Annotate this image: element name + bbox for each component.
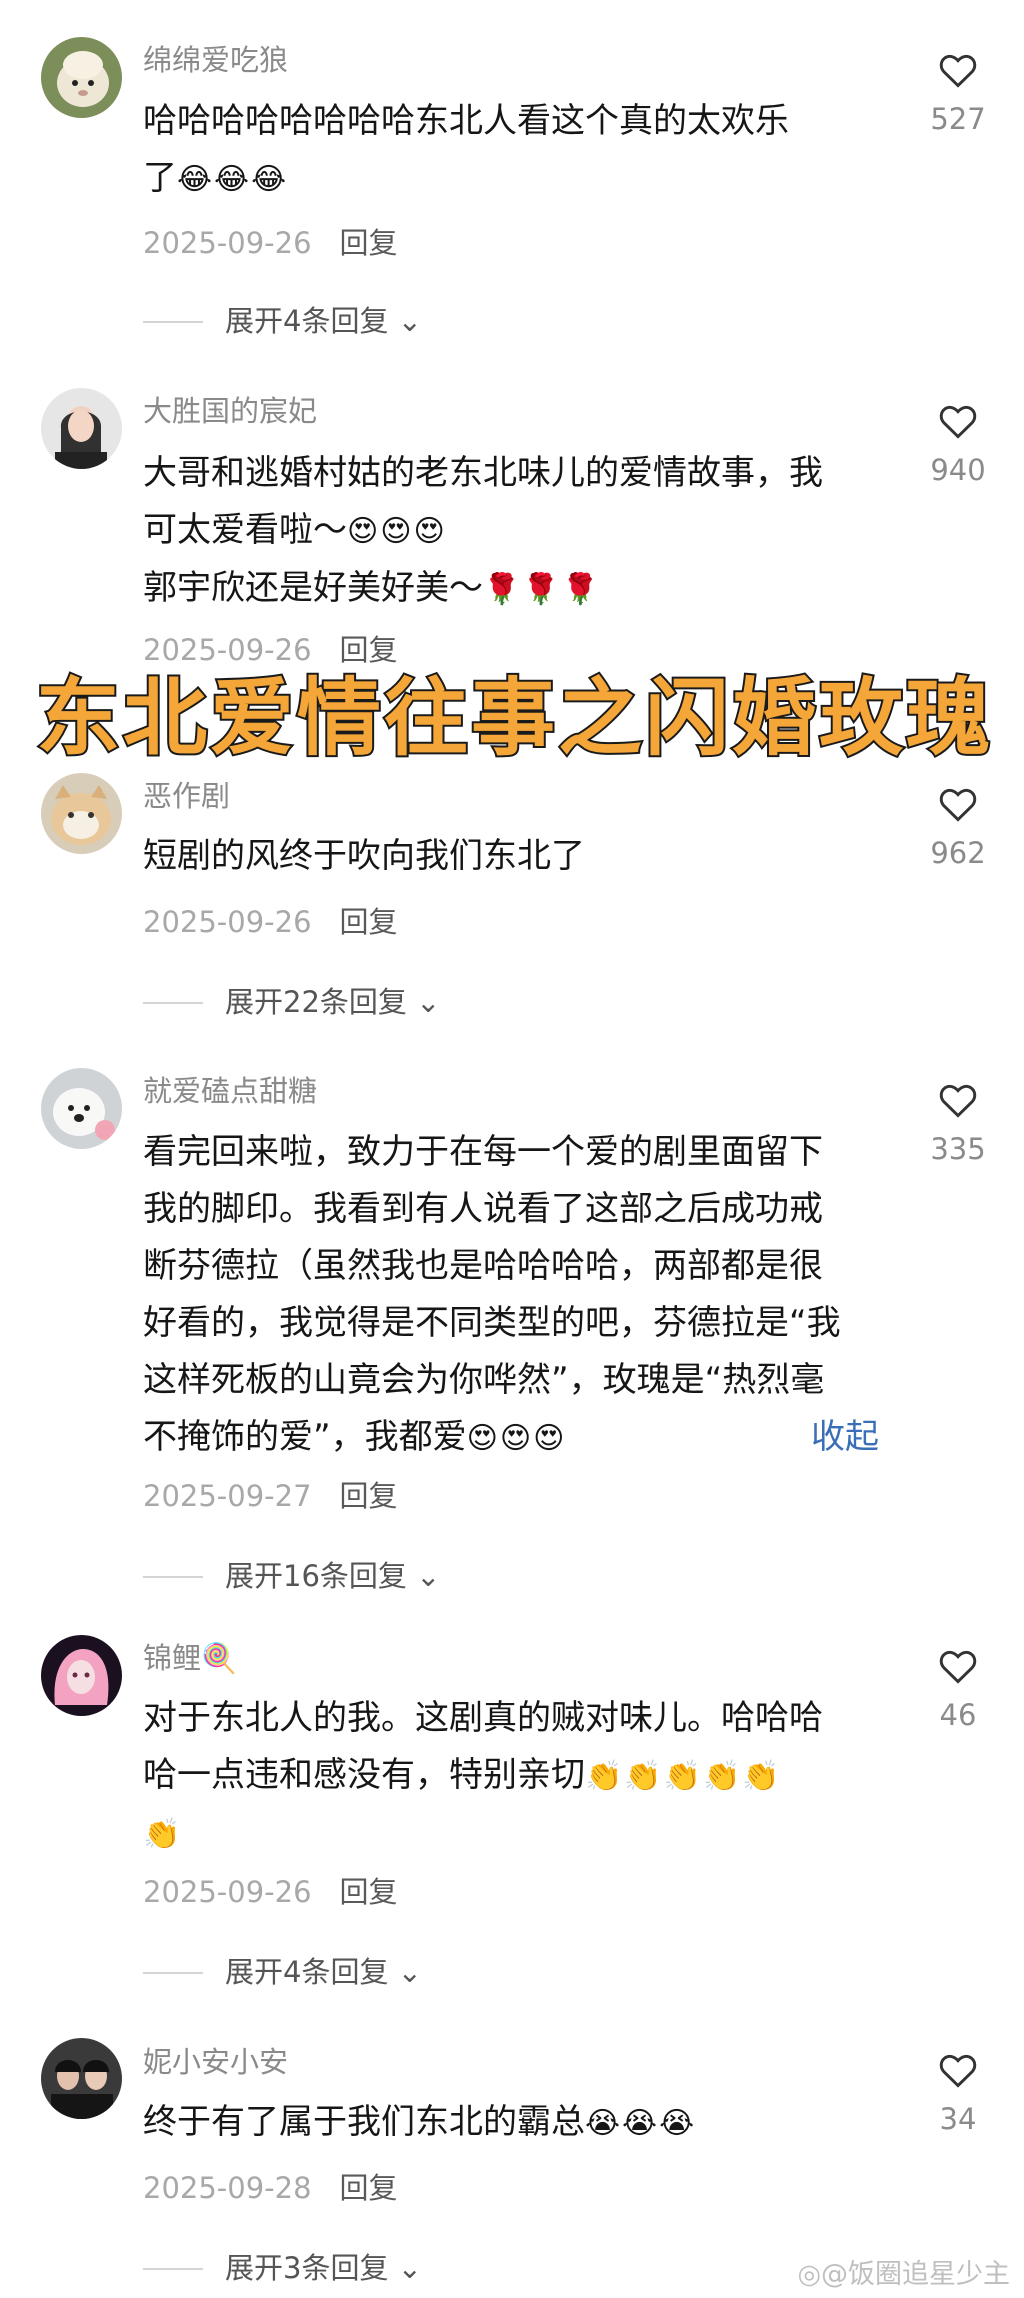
rose-emoji-icon: 🌹🌹🌹 <box>483 572 602 607</box>
overlay-title: 东北爱情往事之闪婚玫瑰 <box>34 667 994 769</box>
comment-meta: 2025-09-26 回复 <box>143 225 398 261</box>
comment-date: 2025-09-26 <box>143 1875 312 1909</box>
clapping-emoji-icon: 👏👏👏👏👏 <box>585 1759 782 1794</box>
clapping-emoji-icon: 👏 <box>143 1817 183 1852</box>
like-button[interactable]: 46 <box>928 1648 988 1732</box>
like-count: 527 <box>930 102 986 136</box>
reply-button[interactable]: 回复 <box>340 1479 398 1513</box>
reply-button[interactable]: 回复 <box>340 226 398 260</box>
expand-divider <box>143 1576 203 1578</box>
like-button[interactable]: 335 <box>928 1082 988 1166</box>
chevron-down-icon: ⌄ <box>397 2251 422 2285</box>
comment-text: 看完回来啦，致力于在每一个爱的剧里面留下 我的脚印。我看到有人说看了这部之后成功… <box>143 1124 903 1467</box>
comment-meta: 2025-09-27 回复 <box>143 1478 398 1514</box>
like-count: 46 <box>939 1698 977 1732</box>
reply-button[interactable]: 回复 <box>340 905 398 939</box>
like-button[interactable]: 34 <box>928 2052 988 2136</box>
comment-meta: 2025-09-26 回复 <box>143 904 398 940</box>
weibo-logo-icon: ◎ <box>797 2259 821 2290</box>
comment-text: 大哥和逃婚村姑的老东北味儿的爱情故事，我 可太爱看啦～😍😍😍 郭宇欣还是好美好美… <box>143 453 823 608</box>
heart-outline-icon <box>939 788 977 822</box>
comment-username[interactable]: 锦鲤🍭 <box>143 1640 237 1676</box>
heart-outline-icon <box>939 2054 977 2088</box>
heart-eyes-emoji-icon: 😍😍😍 <box>466 1421 567 1456</box>
comment-username[interactable]: 就爱磕点甜糖 <box>143 1073 317 1109</box>
chevron-down-icon: ⌄ <box>397 1955 422 1989</box>
like-count: 34 <box>939 2102 977 2136</box>
comment-username[interactable]: 大胜国的宸妃 <box>143 393 317 429</box>
avatar[interactable] <box>41 37 122 118</box>
expand-divider <box>143 1002 203 1004</box>
expand-divider <box>143 321 203 323</box>
heart-outline-icon <box>939 54 977 88</box>
avatar[interactable] <box>41 773 122 854</box>
comment-date: 2025-09-26 <box>143 905 312 939</box>
like-count: 962 <box>930 836 986 870</box>
like-button[interactable]: 962 <box>928 786 988 870</box>
comment-date: 2025-09-27 <box>143 1479 312 1513</box>
comment-date: 2025-09-26 <box>143 633 312 667</box>
comment-date: 2025-09-28 <box>143 2171 312 2205</box>
collapse-link[interactable]: 收起 <box>811 1409 879 1466</box>
chevron-down-icon: ⌄ <box>416 985 441 1019</box>
comment-meta: 2025-09-26 回复 <box>143 632 398 668</box>
chevron-down-icon: ⌄ <box>397 304 422 338</box>
comment-text: 短剧的风终于吹向我们东北了 <box>143 836 585 876</box>
expand-divider <box>143 1972 203 1974</box>
heart-outline-icon <box>939 1650 977 1684</box>
chevron-down-icon: ⌄ <box>416 1559 441 1593</box>
heart-outline-icon <box>939 405 977 439</box>
avatar[interactable] <box>41 1068 122 1149</box>
laughing-emoji-icon: 😂😂😂 <box>177 162 289 197</box>
reply-button[interactable]: 回复 <box>340 1875 398 1909</box>
avatar[interactable] <box>41 1635 122 1716</box>
avatar[interactable] <box>41 2038 122 2119</box>
heart-outline-icon <box>939 1084 977 1118</box>
comment-text: 哈哈哈哈哈哈哈哈东北人看这个真的太欢乐 了😂😂😂 <box>143 101 789 198</box>
comment-date: 2025-09-26 <box>143 226 312 260</box>
comment-text: 对于东北人的我。这剧真的贼对味儿。哈哈哈 哈一点违和感没有，特别亲切👏👏👏👏👏 … <box>143 1698 823 1852</box>
like-count: 335 <box>930 1132 986 1166</box>
comment-text: 终于有了属于我们东北的霸总😭😭😭 <box>143 2102 697 2142</box>
comment-meta: 2025-09-26 回复 <box>143 1874 398 1910</box>
like-count: 940 <box>930 453 986 487</box>
like-button[interactable]: 527 <box>928 52 988 136</box>
comment-meta: 2025-09-28 回复 <box>143 2170 398 2206</box>
like-button[interactable]: 940 <box>928 403 988 487</box>
heart-eyes-emoji-icon: 😍😍😍 <box>347 514 447 549</box>
comment-username[interactable]: 妮小安小安 <box>143 2044 288 2080</box>
reply-button[interactable]: 回复 <box>340 633 398 667</box>
reply-button[interactable]: 回复 <box>340 2171 398 2205</box>
comment-username[interactable]: 恶作剧 <box>143 778 230 814</box>
comment-username[interactable]: 绵绵爱吃狼 <box>143 42 288 78</box>
expand-divider <box>143 2268 203 2270</box>
watermark: ◎@饭圈追星少主 <box>797 2259 1010 2290</box>
avatar[interactable] <box>41 388 122 469</box>
crying-emoji-icon: 😭😭😭 <box>585 2106 697 2141</box>
